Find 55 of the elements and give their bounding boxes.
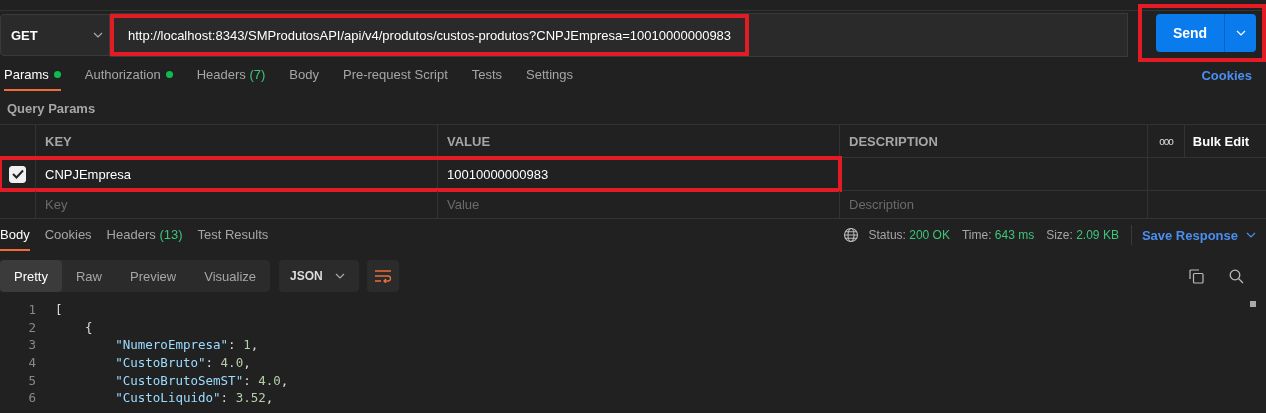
column-header: KEY: [36, 125, 438, 157]
bulk-edit-button[interactable]: Bulk Edit: [1185, 125, 1257, 157]
response-stat: Size: 2.09 KB: [1046, 228, 1119, 242]
request-tab[interactable]: Tests: [471, 59, 503, 91]
response-stat: Status: 200 OK: [868, 228, 950, 242]
request-tab[interactable]: Body: [289, 59, 319, 91]
cookies-link[interactable]: Cookies: [1201, 67, 1252, 83]
method-dropdown[interactable]: GET: [0, 14, 110, 56]
line-number: 1: [27, 302, 36, 318]
chevron-down-icon: [93, 32, 103, 38]
code-line: "NumeroEmpresa": 1,: [114, 337, 259, 353]
chevron-down-icon: [1246, 232, 1256, 238]
copy-icon[interactable]: [1189, 268, 1204, 284]
view-mode-tab[interactable]: Visualize: [190, 260, 271, 292]
request-tab[interactable]: Settings: [526, 59, 574, 91]
view-mode-tab[interactable]: Raw: [61, 260, 116, 292]
line-number: 3: [27, 337, 36, 353]
scrollbar-thumb[interactable]: [1250, 301, 1256, 307]
save-response-button[interactable]: Save Response: [1141, 227, 1256, 243]
line-number: 4: [27, 355, 36, 371]
more-options-button[interactable]: ooo: [1148, 125, 1185, 157]
request-tab[interactable]: Authorization: [84, 59, 173, 91]
section-title: Query Params: [6, 100, 97, 118]
code-line: "CustoLiquido": 3.52,: [114, 390, 274, 406]
format-dropdown[interactable]: JSON: [279, 260, 359, 292]
code-line: "CustoBrutoSemST": 4.0,: [114, 372, 289, 388]
url-field[interactable]: http://localhost:8343/SMProdutosAPI/api/v4/produtos/custos-produtos?CNPJEmpresa=10010000000983: [110, 14, 750, 56]
line-number: 5: [27, 372, 36, 388]
view-mode-tab[interactable]: Pretty: [0, 260, 62, 292]
chevron-down-icon: [1235, 30, 1246, 36]
view-mode-tab[interactable]: Preview: [116, 260, 191, 292]
param-key[interactable]: CNPJEmpresa: [45, 166, 131, 182]
line-number: 6: [27, 390, 36, 406]
response-tab[interactable]: Headers (13): [106, 219, 183, 251]
column-header: DESCRIPTION: [840, 125, 1148, 157]
search-icon[interactable]: [1229, 268, 1244, 284]
wrap-lines-button[interactable]: [366, 260, 399, 292]
response-tab[interactable]: Cookies: [44, 219, 92, 251]
request-tab[interactable]: Params: [4, 59, 61, 91]
column-header: VALUE: [438, 125, 840, 157]
response-tab[interactable]: Body: [0, 219, 30, 251]
wrap-lines-icon: [373, 269, 392, 283]
response-tab[interactable]: Test Results: [197, 219, 269, 251]
param-value[interactable]: 10010000000983: [447, 166, 549, 182]
checkbox[interactable]: [9, 165, 26, 183]
request-tab[interactable]: Headers (7): [196, 59, 266, 91]
request-tab[interactable]: Pre-request Script: [343, 59, 448, 91]
response-stat: Time: 643 ms: [961, 228, 1035, 242]
send-button[interactable]: Send: [1156, 14, 1224, 52]
globe-icon[interactable]: [842, 227, 859, 243]
code-line: [: [55, 302, 63, 318]
code-line: {: [84, 319, 93, 335]
chevron-down-icon: [334, 273, 345, 279]
code-line: "CustoBruto": 4.0,: [114, 355, 251, 371]
line-number: 2: [27, 319, 36, 335]
